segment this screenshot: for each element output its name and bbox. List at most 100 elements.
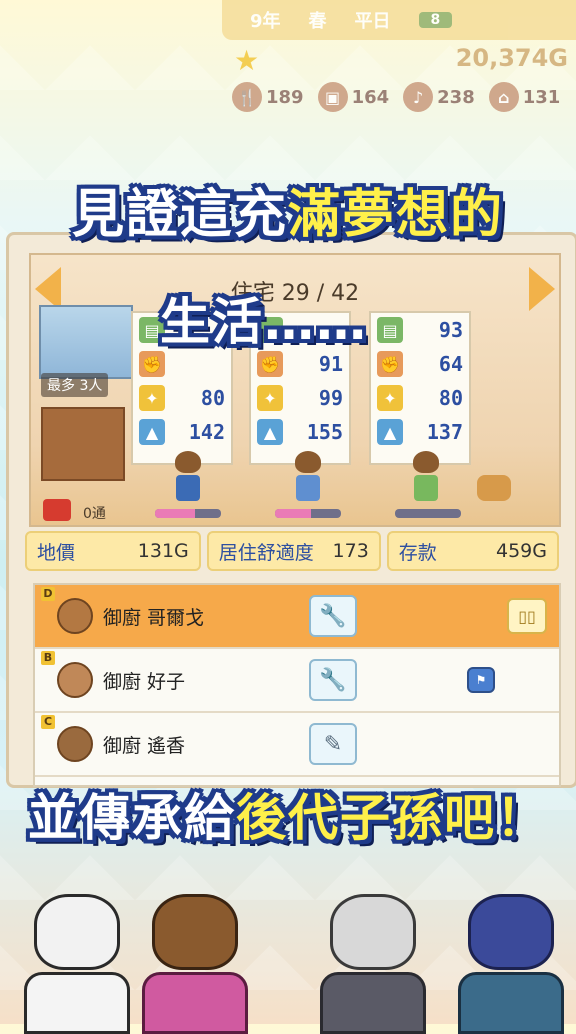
season-label: 春 — [308, 11, 327, 32]
house-icon: ⌂ — [488, 82, 519, 112]
wrench-icon[interactable]: 🔧 — [309, 595, 357, 637]
character-lineup — [0, 880, 576, 1034]
stat-value: 80 — [438, 386, 463, 410]
caption-bottom: 並傳承給後代子孫吧！ — [0, 778, 576, 850]
caption-top-plain: 見證這充 — [71, 185, 288, 245]
money-display: 20,374G — [455, 44, 568, 72]
resident-sprite[interactable] — [173, 451, 203, 501]
wrench-icon[interactable]: 🔧 — [309, 659, 357, 701]
stat-row-tree: ▲ 137 — [371, 415, 469, 449]
stat-value: 99 — [318, 386, 343, 410]
comfort-cell: 居住舒適度 173 — [206, 531, 381, 571]
counter-badge: 8 — [418, 12, 453, 28]
rank-badge: B — [41, 651, 55, 665]
stat-row-power: ✊ 64 — [371, 347, 469, 381]
house-info-row: 地價 131G 居住舒適度 173 存款 459G — [25, 531, 559, 571]
mailbox-icon[interactable] — [43, 499, 71, 521]
muscle-icon: ✊ — [257, 351, 283, 377]
tree-icon: ▲ — [139, 419, 165, 445]
stat-value: 155 — [306, 420, 343, 444]
caption-middle: 生活…… — [160, 293, 368, 351]
year-label: 9年 — [250, 11, 281, 32]
muscle-icon: ✊ — [377, 351, 403, 377]
stat-row-spark: ✦ 80 — [371, 381, 469, 415]
rank-badge: D — [41, 587, 55, 601]
sparkle-icon: ✦ — [139, 385, 165, 411]
rank-badge: C — [41, 715, 55, 729]
hud-stat-value: 238 — [437, 86, 475, 108]
stat-value: 137 — [426, 420, 463, 444]
bar-fill — [275, 509, 312, 518]
land-price-value: 131G — [137, 540, 189, 562]
stat-row-spark: ✦ 80 — [133, 381, 231, 415]
top-hud: 9年 春 平日 8 ★ 20,374G 🍴 189 ▣ 164 ♪ 238 ⌂ … — [222, 0, 576, 130]
bar-fill — [155, 509, 195, 518]
resident-name: 御廚 哥爾戈 — [103, 606, 205, 629]
land-price-label: 地價 — [37, 541, 76, 564]
resident-affection-bar — [395, 509, 461, 518]
character-elder — [318, 894, 428, 1034]
hud-stat-value: 189 — [266, 86, 304, 108]
tree-icon: ▲ — [377, 419, 403, 445]
land-price-cell: 地價 131G — [25, 531, 201, 571]
list-item[interactable]: B 御廚 好子 🔧 ⚑ — [35, 649, 559, 713]
stat-row-tree: ▲ 155 — [251, 415, 349, 449]
dog-pet-sprite[interactable] — [477, 475, 511, 501]
comfort-label: 居住舒適度 — [218, 541, 314, 564]
resident-affection-bar — [155, 509, 221, 518]
mail-count: 0通 — [83, 506, 106, 522]
pencil-icon[interactable]: ✎ — [309, 723, 357, 765]
resident-sprite[interactable] — [411, 451, 441, 501]
resident-sprite[interactable] — [293, 451, 323, 501]
list-item[interactable]: C 御廚 遙香 ✎ — [35, 713, 559, 777]
hud-stat-music: ♪ 238 — [403, 82, 475, 112]
muscle-icon: ✊ — [139, 351, 165, 377]
resident-name: 御廚 好子 — [103, 670, 186, 693]
music-icon: ♪ — [403, 82, 434, 112]
caption-top: 見證這充滿夢想的 — [0, 172, 576, 247]
pin-icon[interactable]: ⚑ — [467, 667, 495, 693]
seat-icon[interactable]: ▯▯ — [507, 598, 547, 634]
hud-stat-house: ⌂ 131 — [488, 82, 561, 112]
avatar — [57, 662, 93, 698]
hud-stat-food: 🍴 189 — [232, 82, 304, 112]
character-baseball-player — [22, 894, 132, 1034]
resident-name: 御廚 遙香 — [103, 734, 186, 757]
stat-value: 80 — [200, 386, 225, 410]
hud-stat-value: 131 — [522, 86, 561, 108]
star-rank-icon: ★ — [234, 44, 260, 77]
list-item[interactable]: D 御廚 哥爾戈 🔧 ▯▯ — [35, 585, 559, 649]
stat-value: 93 — [438, 318, 463, 342]
bag-icon: ▣ — [317, 82, 348, 112]
resident-list: D 御廚 哥爾戈 🔧 ▯▯ B 御廚 好子 🔧 ⚑ C 御廚 遙香 ✎ — [33, 583, 561, 787]
building-icon — [39, 305, 133, 379]
caption-bottom-highlight: 後代子孫吧！ — [236, 789, 548, 847]
bookshelf-decoration — [41, 407, 125, 481]
character-long-hair — [456, 894, 566, 1034]
hud-stats: 🍴 189 ▣ 164 ♪ 238 ⌂ 131 — [232, 82, 576, 112]
hud-stat-bag: ▣ 164 — [317, 82, 390, 112]
hud-stat-value: 164 — [351, 86, 390, 108]
calendar-bar: 9年 春 平日 8 — [222, 0, 576, 40]
character-woman — [140, 894, 250, 1034]
caption-bottom-plain: 並傳承給 — [28, 789, 236, 847]
book-icon: ▤ — [377, 317, 403, 343]
max-residents-label: 最多 3人 — [41, 373, 109, 397]
avatar — [57, 726, 93, 762]
tree-icon: ▲ — [257, 419, 283, 445]
food-icon: 🍴 — [232, 82, 262, 112]
comfort-value: 173 — [332, 540, 369, 562]
sparkle-icon: ✦ — [377, 385, 403, 411]
sparkle-icon: ✦ — [257, 385, 283, 411]
stat-value: 91 — [318, 352, 343, 376]
resident-stat-card[interactable]: ▤ 93 ✊ 64 ✦ 80 ▲ 137 — [369, 311, 471, 465]
savings-value: 459G — [496, 540, 547, 562]
stat-value: 142 — [188, 420, 225, 444]
stat-row-tree: ▲ 142 — [133, 415, 231, 449]
caption-top-highlight: 滿夢想的 — [288, 185, 505, 245]
avatar — [57, 598, 93, 634]
savings-label: 存款 — [398, 541, 437, 564]
resident-affection-bar — [275, 509, 341, 518]
stat-row-book: ▤ 93 — [371, 313, 469, 347]
stat-value: 64 — [438, 352, 463, 376]
